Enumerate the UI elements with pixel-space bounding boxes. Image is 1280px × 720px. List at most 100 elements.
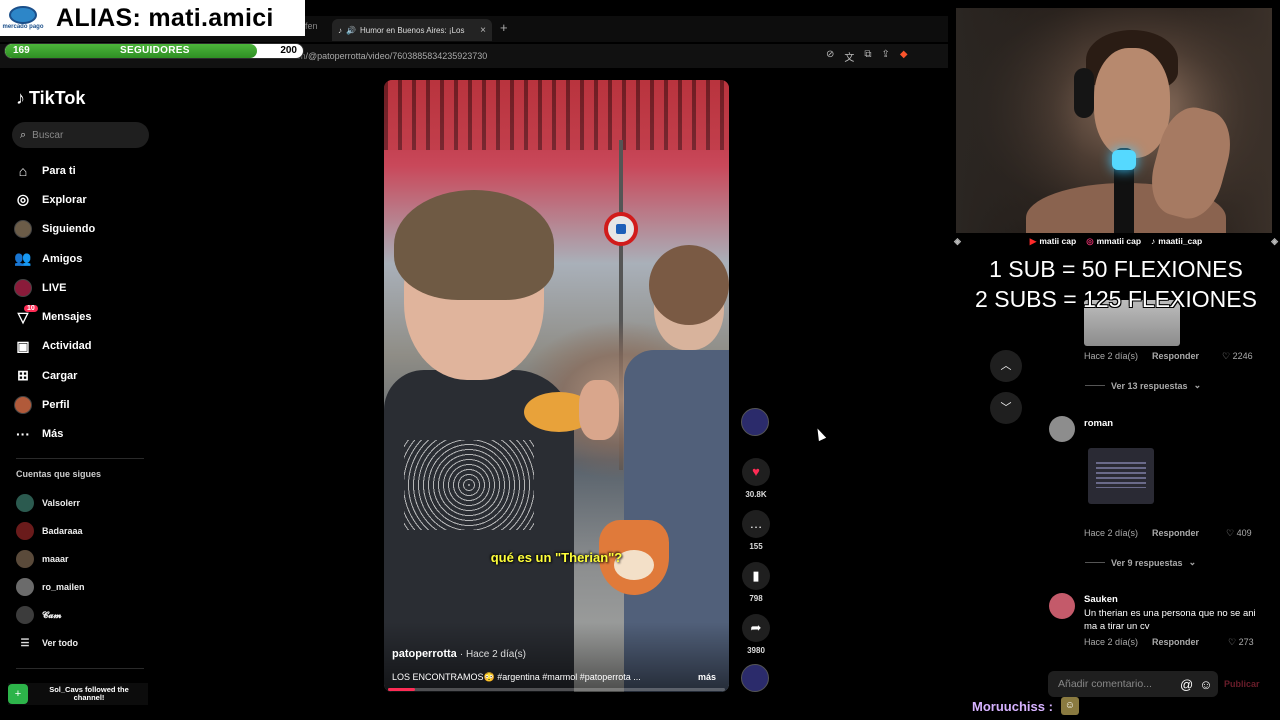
tab-title: Humor en Buenos Aires: ¡Los	[359, 25, 465, 35]
avatar[interactable]	[1049, 416, 1075, 442]
view-replies-button[interactable]: Ver 9 respuestas ⌄	[1085, 557, 1196, 568]
social-handles: ◈ ▶ matii cap ◎ mmatii cap ♪ maatii_cap ◈	[952, 234, 1280, 248]
view-replies-button[interactable]: Ver 13 respuestas ⌄	[1085, 380, 1201, 391]
sidebar-item-cargar[interactable]: ⊞ Cargar	[14, 361, 164, 390]
reply-button[interactable]: Responder	[1152, 351, 1199, 361]
comment-author[interactable]: Sauken	[1084, 594, 1118, 605]
comment-meta: Hace 2 día(s) Responder	[1084, 351, 1200, 361]
follow-alert: + Sol_Cavs followed the channel!	[8, 683, 148, 705]
discord-icon: ◈	[1271, 235, 1278, 246]
previous-video-button[interactable]: ︿	[990, 350, 1022, 382]
following-list: Valsolerr Badaraaa maaar ro_mailen 𝓒𝓪𝓶 ☰…	[16, 489, 156, 657]
compass-icon: ◎	[16, 191, 30, 208]
user-plus-icon: +	[8, 684, 28, 704]
close-icon[interactable]: ×	[480, 25, 486, 36]
translate-icon[interactable]: 文	[844, 49, 854, 64]
follower-count: 169	[13, 45, 30, 56]
share-icon[interactable]: ⇪	[882, 49, 890, 64]
video-caption: qué es un "Therian"?	[490, 550, 623, 565]
comment-count: 155	[749, 542, 763, 551]
sidebar-item-perfil[interactable]: Perfil	[14, 390, 164, 419]
heart-outline-icon: ♡	[1228, 637, 1237, 647]
sidebar-item-mas[interactable]: ··· Más	[14, 420, 164, 449]
brave-shield-icon[interactable]: ◆	[900, 49, 908, 64]
following-item[interactable]: Badaraaa	[16, 517, 156, 545]
sound-avatar[interactable]	[741, 664, 769, 692]
sidebar-item-explorar[interactable]: ◎ Explorar	[14, 185, 164, 214]
following-section-title: Cuentas que sigues	[16, 469, 102, 479]
following-item[interactable]: ro_mailen	[16, 573, 156, 601]
video-progress-fill	[388, 688, 415, 691]
search-icon: ⌕	[20, 128, 27, 141]
see-all-link[interactable]: ☰ Ver todo	[16, 629, 156, 657]
comment-input[interactable]	[1058, 678, 1174, 690]
follower-goal-bar: 169 SEGUIDORES 200	[4, 43, 304, 59]
browser-tab-active[interactable]: ♪ 🔊 Humor en Buenos Aires: ¡Los ×	[332, 19, 492, 41]
like-action[interactable]: ♥ 30.8K	[741, 458, 771, 499]
avatar[interactable]	[1049, 593, 1075, 619]
tiktok-logo[interactable]: ♪ TikTok	[16, 88, 85, 109]
comment-likes[interactable]: ♡ 273	[1228, 637, 1254, 648]
comment-action[interactable]: … 155	[741, 510, 771, 551]
sidebar-item-live[interactable]: LIVE	[14, 273, 164, 302]
sidebar-item-para-ti[interactable]: ⌂ Para ti	[14, 156, 164, 185]
home-icon: ⌂	[18, 162, 28, 179]
sidebar-divider	[16, 458, 144, 459]
sidebar-item-mensajes[interactable]: ▽ 10 Mensajes	[14, 302, 164, 331]
no-translate-icon[interactable]: ⊘	[826, 49, 834, 64]
list-icon: ☰	[20, 637, 30, 649]
messages-badge: 10	[24, 305, 38, 313]
heart-outline-icon: ♡	[1222, 351, 1231, 361]
publish-button[interactable]: Publicar	[1224, 679, 1260, 689]
emoji-icon[interactable]: ☺	[1199, 677, 1212, 692]
chevron-up-icon: ︿	[1000, 360, 1012, 372]
like-count: 30.8K	[745, 490, 767, 499]
share-action[interactable]: ➦ 3980	[741, 614, 771, 655]
comment-image[interactable]	[1088, 448, 1154, 504]
chat-emote-icon: ☺	[1060, 697, 1079, 715]
profile-avatar	[14, 396, 32, 415]
screen: nfen ♪ 🔊 Humor en Buenos Aires: ¡Los × +…	[0, 0, 1280, 720]
following-item[interactable]: 𝓒𝓪𝓶	[16, 601, 156, 629]
video-author[interactable]: patoperrotta · Hace 2 día(s)	[392, 648, 526, 660]
open-external-icon[interactable]: ⧉	[864, 49, 871, 64]
reply-button[interactable]: Responder	[1152, 528, 1199, 538]
following-item[interactable]: Valsolerr	[16, 489, 156, 517]
sidebar-item-siguiendo[interactable]: Siguiendo	[14, 215, 164, 244]
bookmark-icon[interactable]: ▮	[742, 562, 770, 590]
next-video-button[interactable]: ﹀	[990, 392, 1022, 424]
share-count: 3980	[747, 646, 765, 655]
audio-icon[interactable]: 🔊	[346, 26, 356, 35]
headset-icon	[1074, 68, 1094, 118]
reply-button[interactable]: Responder	[1152, 637, 1199, 647]
save-action[interactable]: ▮ 798	[741, 562, 771, 603]
live-avatar	[14, 278, 32, 297]
alias-banner: mercado pago ALIAS: mati.amici	[0, 0, 305, 36]
author-avatar[interactable]	[741, 408, 769, 436]
comment-box[interactable]: @ ☺	[1048, 671, 1218, 697]
following-avatar	[14, 220, 32, 239]
chevron-down-icon: ⌄	[1188, 557, 1197, 567]
mention-icon[interactable]: @	[1180, 677, 1193, 692]
instagram-icon: ◎	[1086, 235, 1094, 246]
new-tab-icon[interactable]: +	[500, 20, 508, 35]
comment-author[interactable]: roman	[1084, 418, 1113, 429]
comment-likes[interactable]: ♡ 409	[1226, 528, 1252, 539]
video-player[interactable]: qué es un "Therian"? patoperrotta · Hace…	[384, 80, 729, 692]
comment-likes[interactable]: ♡ 2246	[1222, 351, 1253, 362]
sidebar-item-amigos[interactable]: 👥 Amigos	[14, 244, 164, 273]
search-input[interactable]	[32, 129, 133, 141]
video-progress-bar[interactable]	[388, 688, 725, 691]
more-button[interactable]: más	[698, 672, 716, 682]
upload-icon: ⊞	[17, 367, 29, 384]
share-arrow-icon[interactable]: ➦	[742, 614, 770, 642]
youtube-icon: ▶	[1029, 235, 1037, 246]
sub-goal-text: 1 SUB = 50 FLEXIONES 2 SUBS = 125 FLEXIO…	[975, 256, 1257, 312]
comment-icon[interactable]: …	[742, 510, 770, 538]
activity-icon: ▣	[16, 337, 30, 354]
search-box[interactable]: ⌕	[12, 122, 149, 148]
following-item[interactable]: maaar	[16, 545, 156, 573]
video-description: LOS ENCONTRAMOS😳 #argentina #marmol #pat…	[392, 672, 641, 682]
sidebar-item-actividad[interactable]: ▣ Actividad	[14, 332, 164, 361]
heart-icon[interactable]: ♥	[742, 458, 770, 486]
